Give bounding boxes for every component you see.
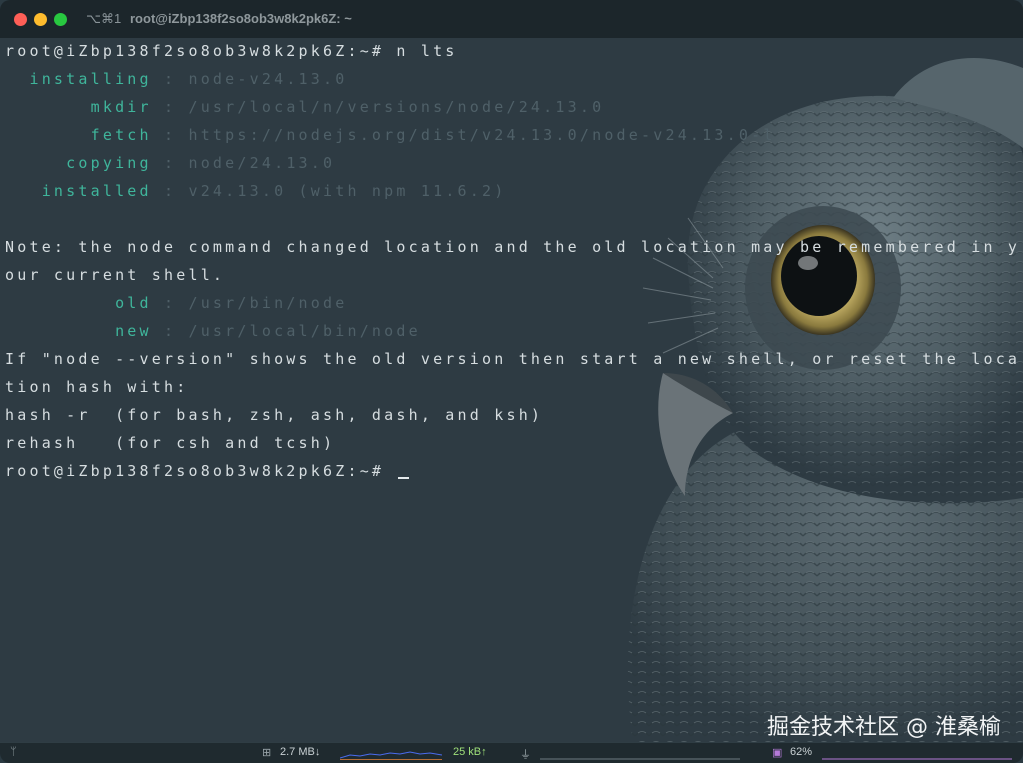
terminal-line: mkdir : /usr/local/n/versions/node/24.13…: [5, 98, 604, 120]
cpu-sparkline: [822, 758, 1012, 760]
terminal-label: fetch: [5, 126, 152, 144]
terminal-label: mkdir: [5, 98, 152, 116]
terminal-line: hash -r (for bash, zsh, ash, dash, and k…: [5, 406, 543, 428]
terminal-text: root@iZbp138f2so8ob3w8k2pk6Z:~# n lts: [5, 42, 458, 60]
terminal-value: : /usr/local/bin/node: [151, 322, 421, 340]
close-button[interactable]: [14, 13, 27, 26]
title-bar: ⌥⌘1 root@iZbp138f2so8ob3w8k2pk6Z: ~: [0, 0, 1023, 38]
window-title: root@iZbp138f2so8ob3w8k2pk6Z: ~: [130, 11, 352, 26]
status-bar: ᛘ ⊞ 2.7 MB↓ 25 kB↑ ⏚ ▣ 62%: [0, 742, 1023, 763]
terminal-line: root@iZbp138f2so8ob3w8k2pk6Z:~# n lts: [5, 42, 458, 64]
terminal-line: root@iZbp138f2so8ob3w8k2pk6Z:~#: [5, 462, 410, 484]
terminal-label: old: [5, 294, 152, 312]
terminal-text: rehash (for csh and tcsh): [5, 434, 336, 452]
minimize-button[interactable]: [34, 13, 47, 26]
terminal-value: : /usr/local/n/versions/node/24.13.0: [151, 98, 605, 116]
terminal-label: installing: [5, 70, 152, 88]
upload-rate: 25 kB↑: [453, 746, 487, 758]
terminal-label: installed: [5, 182, 152, 200]
terminal-line: copying : node/24.13.0: [5, 154, 335, 176]
terminal-line: new : /usr/local/bin/node: [5, 322, 421, 344]
terminal-value: : v24.13.0 (with npm 11.6.2): [151, 182, 507, 200]
terminal-window: ⌥⌘1 root@iZbp138f2so8ob3w8k2pk6Z: ~ root…: [0, 0, 1023, 763]
terminal-value: : /usr/bin/node: [151, 294, 348, 312]
terminal-line: fetch : https://nodejs.org/dist/v24.13.0…: [5, 126, 776, 148]
window-shortcut: ⌥⌘1: [86, 11, 122, 26]
terminal-text: Note: the node command changed location …: [5, 238, 1021, 256]
terminal-text: root@iZbp138f2so8ob3w8k2pk6Z:~#: [5, 462, 397, 480]
terminal-line: If "node --version" shows the old versio…: [5, 350, 1020, 372]
network-icon: ⊞: [262, 747, 272, 759]
terminal-value: : node-v24.13.0: [151, 70, 348, 88]
terminal-line: Note: the node command changed location …: [5, 238, 1020, 260]
terminal-text: our current shell.: [5, 266, 226, 284]
cpu-usage: 62%: [790, 746, 813, 758]
watermark-text: 掘金技术社区 @ 淮桑榆: [767, 715, 1001, 740]
branch-icon[interactable]: ᛘ: [10, 746, 17, 758]
terminal-line: tion hash with:: [5, 378, 188, 400]
terminal-value: : node/24.13.0: [151, 154, 336, 172]
download-rate: 2.7 MB↓: [280, 746, 321, 758]
terminal-line: our current shell.: [5, 266, 225, 288]
text-cursor: [398, 477, 410, 479]
plug-icon: ⏚: [520, 749, 531, 761]
zoom-button[interactable]: [54, 13, 67, 26]
terminal-line: rehash (for csh and tcsh): [5, 434, 335, 456]
power-sparkline: [540, 758, 740, 760]
network-sparkline: [340, 751, 442, 760]
terminal-label: copying: [5, 154, 152, 172]
terminal-label: new: [5, 322, 152, 340]
terminal-text: If "node --version" shows the old versio…: [5, 350, 1021, 368]
terminal-line: installed : v24.13.0 (with npm 11.6.2): [5, 182, 506, 204]
cpu-chip-icon: ▣: [772, 747, 783, 759]
terminal-text: tion hash with:: [5, 378, 189, 396]
terminal-text: hash -r (for bash, zsh, ash, dash, and k…: [5, 406, 544, 424]
terminal-line: old : /usr/bin/node: [5, 294, 347, 316]
terminal-line: installing : node-v24.13.0: [5, 70, 347, 92]
terminal-value: : https://nodejs.org/dist/v24.13.0/node-…: [151, 126, 776, 144]
